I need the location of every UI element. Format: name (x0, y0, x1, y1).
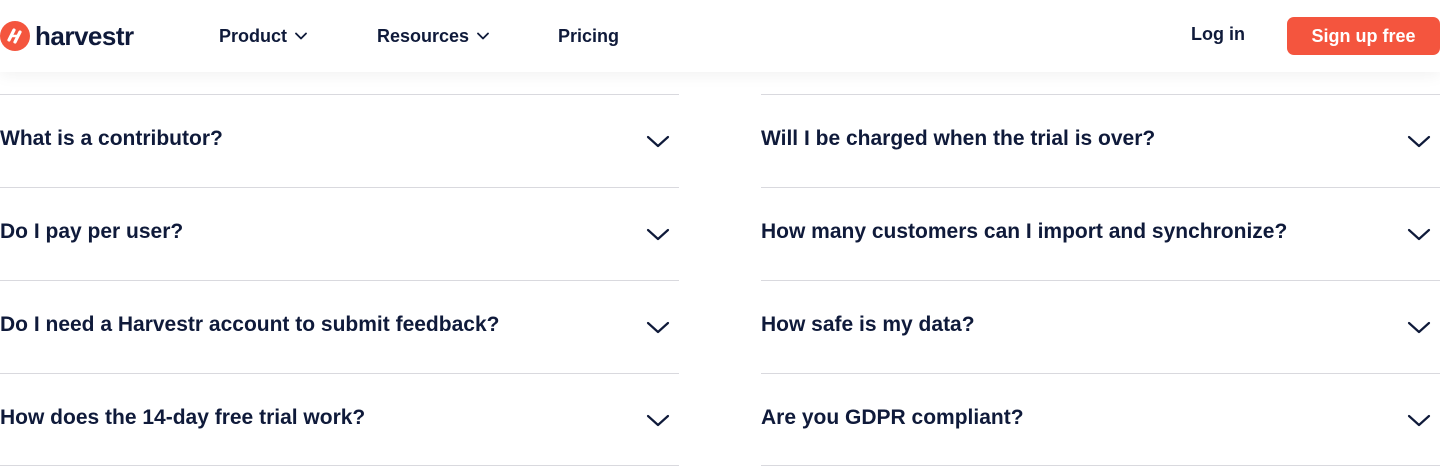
chevron-down-icon (1407, 228, 1431, 241)
faq-item[interactable]: Are you GDPR compliant? (761, 373, 1440, 466)
site-header: harvestr Product Resources Pricing Log i… (0, 0, 1440, 72)
faq-item[interactable]: How many customers can I import and sync… (761, 187, 1440, 280)
harvestr-logo[interactable]: harvestr (0, 21, 134, 51)
signup-button[interactable]: Sign up free (1287, 17, 1440, 55)
chevron-down-icon (295, 32, 307, 40)
chevron-down-icon (1407, 135, 1431, 148)
chevron-down-icon (1407, 414, 1431, 427)
faq-question: Do I need a Harvestr account to submit f… (0, 313, 500, 336)
nav-product-label: Product (219, 25, 288, 46)
chevron-down-icon (646, 321, 670, 334)
faq-item[interactable]: Do I need a Harvestr account to submit f… (0, 280, 679, 373)
logo-wordmark: harvestr (35, 20, 134, 51)
chevron-down-icon (646, 228, 670, 241)
chevron-down-icon (477, 32, 489, 40)
faq-item[interactable]: How does the 14-day free trial work? (0, 373, 679, 466)
login-link[interactable]: Log in (1191, 24, 1245, 45)
nav-resources-label: Resources (377, 25, 470, 46)
nav-resources[interactable]: Resources (377, 24, 489, 48)
nav-pricing-label: Pricing (558, 25, 620, 46)
faq-question: Will I be charged when the trial is over… (761, 127, 1156, 150)
faq-column-right: Will I be charged when the trial is over… (761, 94, 1440, 466)
faq-question: How safe is my data? (761, 313, 975, 336)
chevron-down-icon (646, 135, 670, 148)
faq-item[interactable]: How safe is my data? (761, 280, 1440, 373)
chevron-down-icon (1407, 321, 1431, 334)
faq-question: Do I pay per user? (0, 220, 184, 243)
faq-item[interactable]: What is a contributor? (0, 94, 679, 187)
faq-column-left: What is a contributor? Do I pay per user… (0, 94, 679, 466)
faq-question: How does the 14-day free trial work? (0, 406, 366, 429)
harvestr-logo-mark-icon (0, 21, 30, 51)
nav-product[interactable]: Product (219, 24, 307, 48)
chevron-down-icon (646, 414, 670, 427)
faq-item[interactable]: Do I pay per user? (0, 187, 679, 280)
nav-pricing[interactable]: Pricing (558, 24, 619, 48)
faq-question: How many customers can I import and sync… (761, 220, 1288, 243)
faq-question: What is a contributor? (0, 127, 223, 150)
faq-item[interactable]: Will I be charged when the trial is over… (761, 94, 1440, 187)
faq-question: Are you GDPR compliant? (761, 406, 1024, 429)
